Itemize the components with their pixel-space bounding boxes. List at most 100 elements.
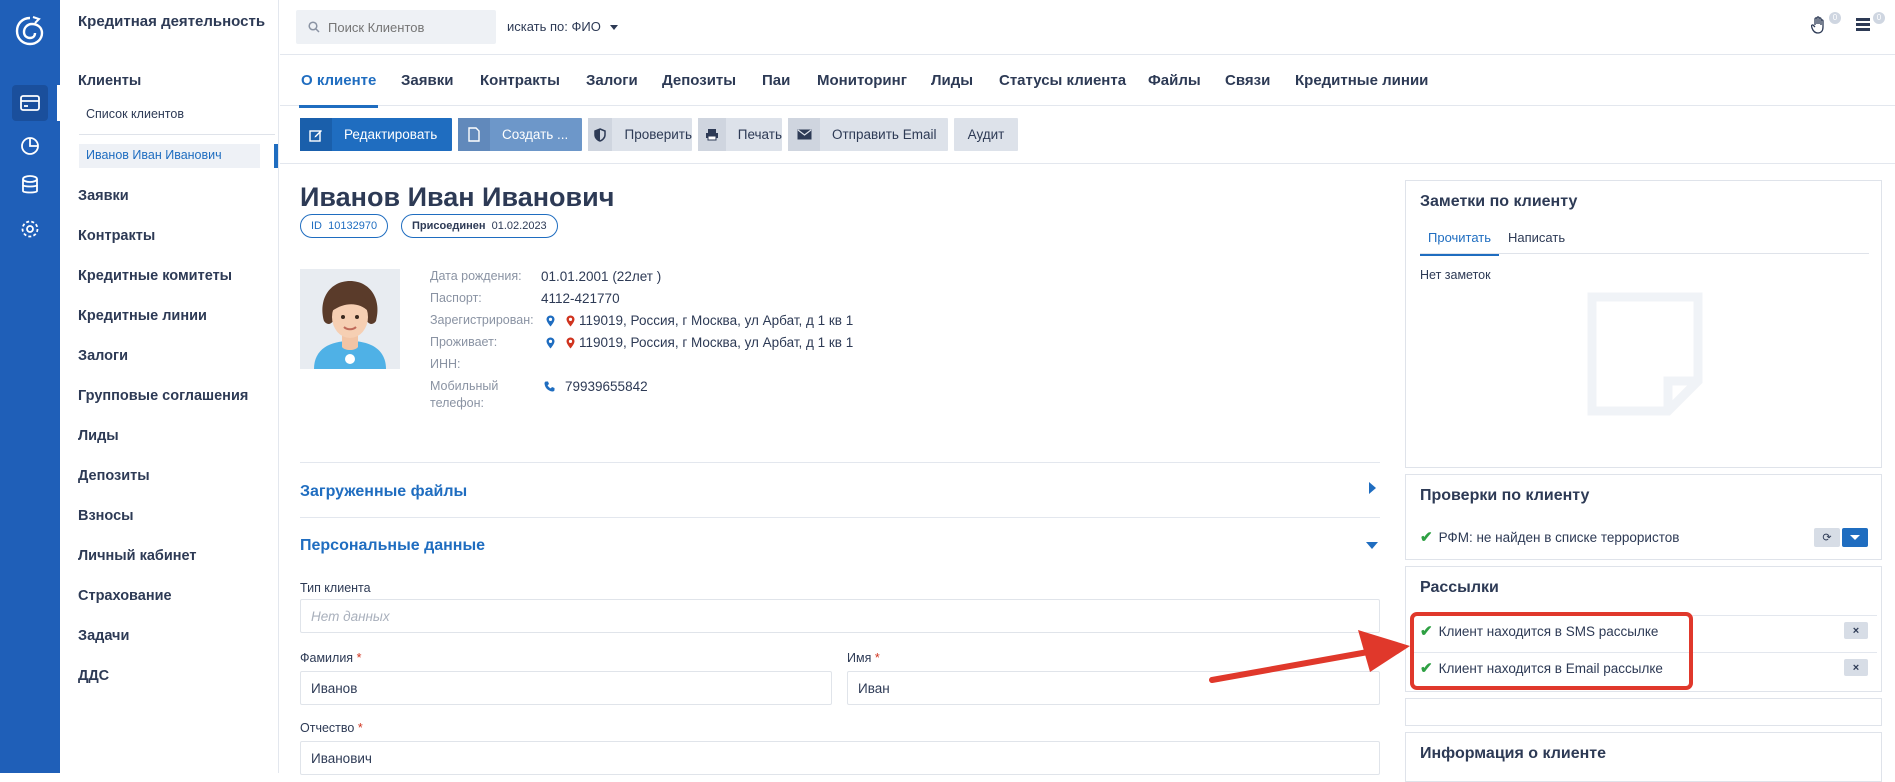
divider [300,517,1380,518]
divider [300,462,1380,463]
tab-applications[interactable]: Заявки [401,72,453,89]
uploaded-files-section[interactable]: Загруженные файлы [300,483,467,501]
sidebar-divider [79,134,275,135]
checks-title: Проверки по клиенту [1420,487,1590,504]
sidebar-item-collateral[interactable]: Залоги [78,348,128,364]
logo-icon[interactable] [13,14,47,48]
tab-monitoring[interactable]: Мониторинг [817,72,907,89]
sidebar-item-insurance[interactable]: Страхование [78,588,172,604]
search-box[interactable] [296,10,496,44]
check-button[interactable]: Проверить [588,118,692,151]
sidebar-selection-indicator [274,144,278,168]
client-tabs: О клиенте Заявки Контракты Залоги Депози… [280,56,1895,108]
sidebar-item-personal-cabinet[interactable]: Личный кабинет [78,548,197,564]
registered-address: 119019, Россия, г Москва, ул Арбат, д 1 … [546,313,853,328]
search-icon [308,21,320,33]
client-type-label: Тип клиента [300,581,371,595]
tab-credit-lines[interactable]: Кредитные линии [1295,72,1428,89]
list-icon [1856,18,1870,31]
edit-icon [300,118,332,151]
avatar [300,269,400,369]
tab-read-notes[interactable]: Прочитать [1419,230,1500,256]
tab-files[interactable]: Файлы [1148,72,1201,89]
sidebar-item-applications[interactable]: Заявки [78,188,129,204]
app-title: Кредитная деятельность [78,13,266,30]
last-name-field[interactable]: Иванов [300,671,832,705]
sidebar-item-credit-lines[interactable]: Кредитные линии [78,308,207,324]
middle-name-label: Отчество * [300,721,363,735]
phone-value[interactable]: 79939655842 [544,379,648,394]
sidebar-item-credit-committees[interactable]: Кредитные комитеты [78,268,232,284]
checkmark-icon: ✔ [1420,529,1433,546]
pie-chart-icon[interactable] [15,131,45,161]
top-bar: искать по: ФИО 0 0 [280,0,1895,55]
refresh-button[interactable]: ⟳ [1814,528,1840,547]
location-marker-icon [566,315,575,326]
search-by-dropdown[interactable]: искать по: ФИО [507,19,619,34]
chevron-right-icon[interactable] [1369,482,1376,494]
printer-icon [698,118,726,151]
empty-panel [1405,698,1882,726]
client-name: Иванов Иван Иванович [300,182,615,212]
sidebar-item-deposits[interactable]: Депозиты [78,468,150,484]
sidebar-subitem-client-list[interactable]: Список клиентов [86,107,184,121]
notifications-button[interactable]: 0 [1810,12,1841,38]
create-button[interactable]: Создать ... [458,118,582,151]
remove-sms-button[interactable]: × [1844,622,1868,639]
check-rfm-item: ✔ РФМ: не найден в списке террористов [1420,529,1680,546]
database-icon[interactable] [15,170,45,200]
icon-rail [0,0,60,773]
edit-button[interactable]: Редактировать [300,118,452,151]
notifications-badge: 0 [1829,12,1841,24]
tab-about-client[interactable]: О клиенте [298,72,379,108]
personal-data-section[interactable]: Персональные данные [300,537,485,555]
shield-icon [588,118,613,151]
sidebar-item-clients[interactable]: Клиенты [78,73,141,89]
send-email-button[interactable]: Отправить Email [788,118,948,151]
chevron-down-icon [1850,535,1860,540]
search-input[interactable] [328,19,488,35]
credit-card-icon[interactable] [12,85,60,121]
location-marker-icon [566,337,575,348]
sidebar-item-leads[interactable]: Лиды [78,428,119,444]
notes-tabs: Прочитать Написать [1419,224,1869,256]
middle-name-field[interactable]: Иванович [300,741,1380,775]
tab-contracts[interactable]: Контракты [480,72,560,89]
expand-button[interactable] [1842,528,1868,547]
audit-button[interactable]: Аудит [954,118,1018,151]
phone-icon [544,381,555,392]
lives-address: 119019, Россия, г Москва, ул Арбат, д 1 … [546,335,853,350]
sidebar-item-contracts[interactable]: Контракты [78,228,155,244]
sidebar-item-contributions[interactable]: Взносы [78,508,134,524]
gear-icon[interactable] [15,214,45,244]
tab-collateral[interactable]: Залоги [586,72,638,89]
tab-shares[interactable]: Паи [762,72,790,89]
chevron-down-icon[interactable] [1366,542,1378,549]
notes-panel: Заметки по клиенту Прочитать Написать Не… [1405,180,1882,468]
lives-label: Проживает: [430,335,498,349]
map-pin-icon [546,315,555,326]
notes-title: Заметки по клиенту [1420,193,1578,210]
tab-leads[interactable]: Лиды [931,72,973,89]
envelope-icon [788,118,820,151]
tab-deposits[interactable]: Депозиты [662,72,736,89]
close-icon: × [1852,624,1860,637]
birth-label: Дата рождения: [430,269,522,283]
empty-note-icon [1580,289,1710,424]
sidebar-item-tasks[interactable]: Задачи [78,628,129,644]
print-button[interactable]: Печать [698,118,782,151]
sidebar-subitem-selected-client[interactable]: Иванов Иван Иванович [79,144,260,168]
messages-button[interactable]: 0 [1855,12,1885,38]
sidebar-item-dds[interactable]: ДДС [78,668,109,684]
checks-panel: Проверки по клиенту ✔ РФМ: не найден в с… [1405,474,1882,560]
sidebar-item-group-agreements[interactable]: Групповые соглашения [78,388,248,404]
remove-email-button[interactable]: × [1844,659,1868,676]
tab-write-note[interactable]: Написать [1508,230,1565,245]
tab-client-statuses[interactable]: Статусы клиента [999,72,1126,89]
passport-value: 4112-421770 [541,291,620,306]
passport-label: Паспорт: [430,291,482,305]
client-id-badge: ID 10132970 [300,214,389,238]
first-name-label: Имя * [847,651,880,665]
tab-relations[interactable]: Связи [1225,72,1270,89]
registered-label: Зарегистрирован: [430,313,534,327]
